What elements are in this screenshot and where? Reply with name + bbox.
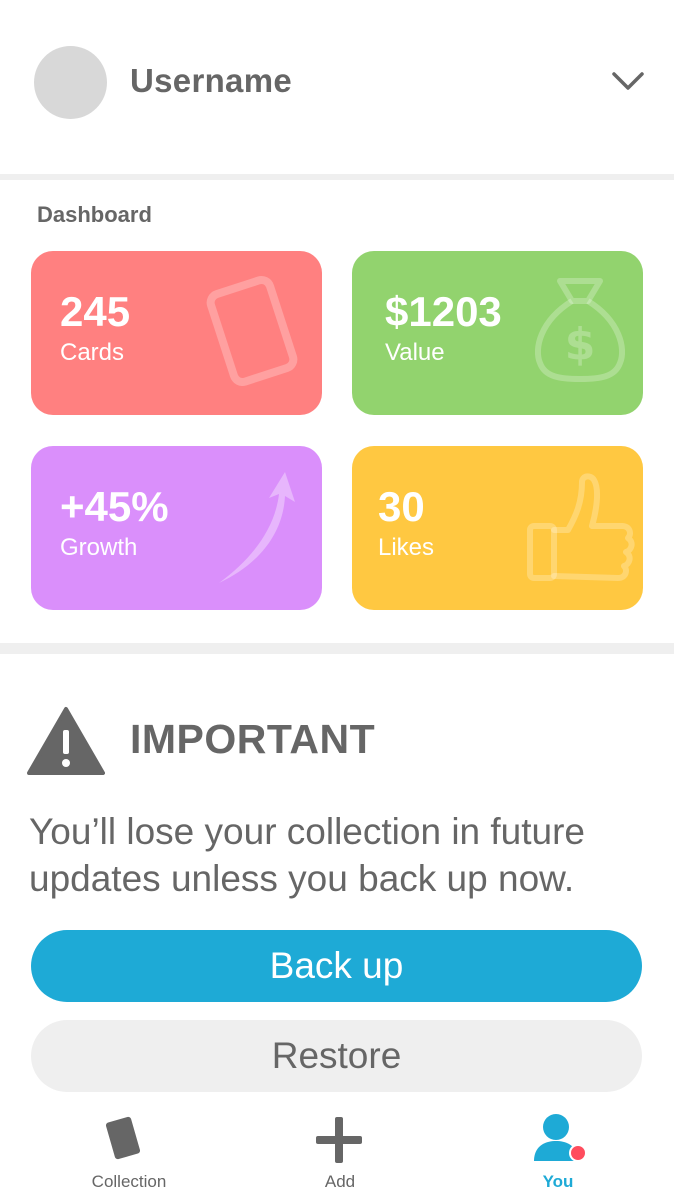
divider (0, 174, 674, 180)
stat-card-growth[interactable]: +45% Growth (31, 446, 322, 610)
growth-arrow-icon (219, 472, 295, 583)
stat-card-likes[interactable]: 30 Likes (352, 446, 643, 610)
important-message: You’ll lose your collection in future up… (29, 811, 586, 899)
card-icon (206, 276, 298, 386)
nav-item-you[interactable]: You (508, 1103, 608, 1200)
stat-value: 245 (60, 288, 131, 335)
chevron-down-icon[interactable] (608, 64, 648, 100)
profile-header[interactable]: Username (0, 0, 674, 176)
nav-label: Add (324, 1172, 356, 1191)
nav-label: You (542, 1172, 574, 1191)
stat-card-cards[interactable]: 245 Cards (31, 251, 322, 415)
user-icon (534, 1114, 587, 1162)
stat-label: Likes (378, 534, 435, 561)
backup-button[interactable]: Back up (31, 930, 642, 1002)
dashboard-label: Dashboard (37, 202, 152, 227)
stat-label: Value (385, 339, 445, 366)
nav-item-collection[interactable]: Collection (68, 1103, 190, 1200)
avatar[interactable] (34, 46, 107, 119)
plus-icon (316, 1117, 362, 1163)
stat-card-value[interactable]: $1203 Value $ (352, 251, 643, 415)
bottom-nav: Collection Add You (0, 1103, 674, 1200)
restore-button[interactable]: Restore (31, 1020, 642, 1092)
username: Username (130, 62, 292, 99)
important-title: IMPORTANT (130, 716, 376, 762)
stat-label: Growth (60, 534, 138, 561)
warning-icon (27, 707, 105, 775)
stat-label: Cards (60, 339, 125, 366)
nav-label: Collection (91, 1172, 167, 1191)
thumbs-up-icon (527, 473, 635, 581)
nav-item-add[interactable]: Add (290, 1103, 390, 1200)
stat-value: 30 (378, 483, 425, 530)
stat-value: $1203 (385, 288, 502, 335)
money-bag-icon: $ (534, 278, 626, 382)
svg-text:$: $ (565, 319, 596, 370)
card-icon (105, 1116, 141, 1160)
stat-value: +45% (60, 483, 169, 530)
notification-badge (569, 1144, 587, 1162)
divider (0, 643, 674, 654)
